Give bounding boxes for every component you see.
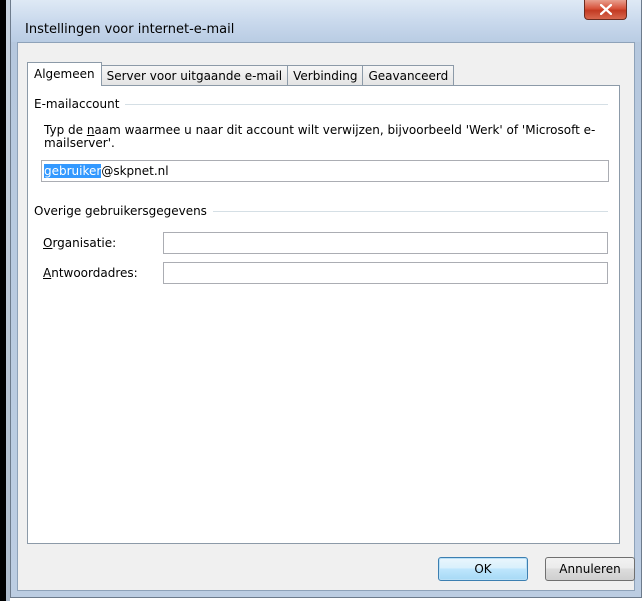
dialog-window: Instellingen voor internet-e-mail Algeme… bbox=[10, 0, 642, 598]
divider bbox=[212, 210, 608, 212]
account-name-input[interactable]: gebruiker@skpnet.nl bbox=[41, 160, 609, 182]
email-account-heading: E-mailaccount bbox=[34, 97, 120, 111]
selected-text: gebruiker bbox=[44, 164, 102, 178]
tab-geavanceerd[interactable]: Geavanceerd bbox=[362, 65, 455, 86]
dialog-body: Algemeen Server voor uitgaande e-mail Ve… bbox=[17, 42, 635, 591]
tab-algemeen[interactable]: Algemeen bbox=[27, 62, 102, 86]
email-account-group-header: E-mailaccount bbox=[34, 97, 608, 111]
close-icon bbox=[600, 4, 612, 15]
tab-strip: Algemeen Server voor uitgaande e-mail Ve… bbox=[27, 62, 455, 86]
account-name-description: Typ de naam waarmee u naar dit account w… bbox=[44, 123, 596, 150]
divider bbox=[125, 103, 608, 105]
tab-server-uitgaande-email[interactable]: Server voor uitgaande e-mail bbox=[100, 65, 289, 86]
organization-label: Organisatie: bbox=[43, 236, 117, 250]
ok-button[interactable]: OK bbox=[438, 557, 528, 581]
other-user-info-heading: Overige gebruikersgegevens bbox=[34, 204, 207, 218]
organization-input[interactable] bbox=[163, 232, 608, 254]
reply-address-label: Antwoordadres: bbox=[43, 266, 138, 280]
tab-verbinding[interactable]: Verbinding bbox=[287, 65, 364, 86]
title-bar[interactable]: Instellingen voor internet-e-mail bbox=[11, 0, 641, 42]
window-title: Instellingen voor internet-e-mail bbox=[25, 22, 235, 37]
tab-panel-algemeen: E-mailaccount Typ de naam waarmee u naar… bbox=[27, 85, 620, 544]
reply-address-input[interactable] bbox=[163, 262, 608, 284]
input-text: @skpnet.nl bbox=[101, 164, 169, 178]
cancel-button[interactable]: Annuleren bbox=[545, 557, 635, 581]
other-user-info-group-header: Overige gebruikersgegevens bbox=[34, 204, 608, 218]
close-button[interactable] bbox=[584, 0, 627, 20]
